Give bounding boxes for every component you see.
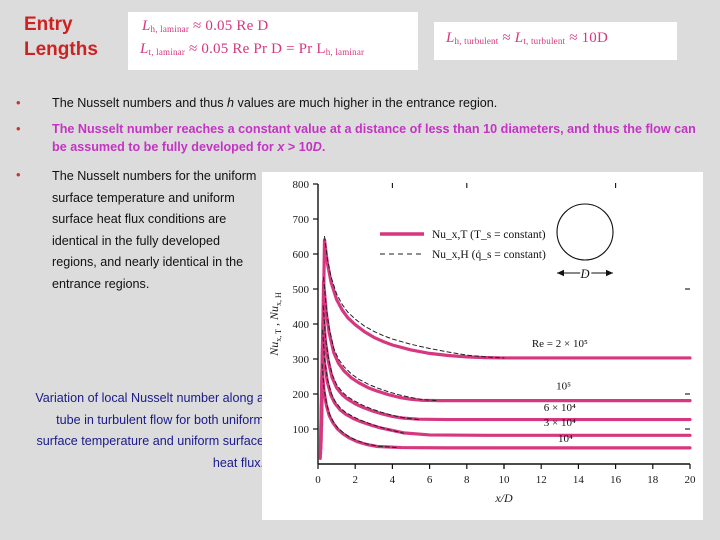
formula-lhs-subscript: h, laminar (150, 24, 190, 34)
chart-series-group (318, 236, 692, 460)
x-tick-label: 18 (647, 474, 659, 486)
y-axis-title: Nux, T , Nux, H (267, 292, 283, 357)
bullet-2-text: The Nusselt number reaches a constant va… (28, 120, 704, 156)
bullet-item-1: • The Nusselt numbers and thus h values … (14, 94, 704, 112)
tube-circle-icon (556, 203, 614, 261)
series-entrance-tail (318, 366, 324, 460)
chart-legend: Nu_x,T (T_s = constant) Nu_x,H (q̇_s = co… (380, 229, 546, 261)
bullet-3-text: The Nusselt numbers for the uniform surf… (52, 169, 257, 291)
formula-lhs-symbol: L (142, 18, 151, 34)
slide-title-line1: Entry (24, 14, 73, 35)
diameter-label: D (579, 267, 589, 281)
series-annotation: Re = 2 × 10⁵ (532, 338, 588, 350)
formula-box-laminar: Lh, laminar ≈ 0.05 Re D Lt, laminar ≈ 0.… (128, 12, 418, 70)
series-line (321, 308, 692, 422)
bullet-item-3: • The Nusselt numbers for the uniform su… (14, 166, 264, 296)
y-tick-label: 200 (293, 389, 310, 401)
legend-label-0: Nu_x,T (T_s = constant) (432, 229, 546, 241)
x-tick-label: 14 (573, 474, 585, 486)
x-tick-label: 20 (685, 474, 697, 486)
bullet-marker-icon: • (16, 167, 21, 182)
series-annotation: 10⁵ (556, 380, 571, 392)
x-tick-label: 8 (464, 474, 470, 486)
formula-rhs: 0.05 Re Pr D = Pr L (201, 41, 326, 57)
b1-p2: values are much higher in the entrance r… (234, 96, 498, 110)
chart-annotations: Re = 2 × 10⁵ 10⁵ 6 × 10⁴ 3 × 10⁴ 10⁴ (532, 338, 588, 445)
b2-p3: D (312, 140, 322, 154)
formula-rhs: 0.05 Re D (205, 18, 269, 34)
bullet-marker-icon: • (16, 121, 21, 136)
slide-title-line2: Lengths (24, 39, 98, 60)
x-tick-label: 16 (610, 474, 622, 486)
approx-sign: ≈ (193, 18, 202, 34)
y-tick-label: 500 (293, 284, 310, 296)
formula-lhs-subscript: t, laminar (148, 47, 186, 57)
series-annotation: 3 × 10⁴ (544, 417, 576, 429)
tube-diameter-icon: D (556, 203, 614, 283)
x-tick-label: 4 (390, 474, 396, 486)
formula-laminar-hydrodynamic: Lh, laminar ≈ 0.05 Re D (142, 18, 268, 35)
diameter-arrow-right-icon (606, 269, 613, 277)
formula-turbulent: Lh, turbulent ≈ Lt, turbulent ≈ 10D (446, 30, 608, 47)
diameter-arrow-left-icon (557, 269, 564, 277)
x-tick-label: 0 (315, 474, 321, 486)
bullet-marker-icon: • (16, 95, 21, 110)
y-tick-label: 700 (293, 214, 310, 226)
x-tick-label: 10 (499, 474, 511, 486)
approx-sign-2: ≈ (569, 30, 578, 46)
bullet-1-text: The Nusselt numbers and thus h values ar… (28, 94, 497, 112)
formula-box-turbulent: Lh, turbulent ≈ Lt, turbulent ≈ 10D (434, 22, 677, 60)
series-annotation: 10⁴ (558, 433, 573, 445)
b1-p1: h (227, 96, 235, 110)
x-tick-label: 6 (427, 474, 433, 486)
b2-p0: The Nusselt number reaches a constant va… (52, 122, 696, 154)
y-tick-label: 300 (293, 354, 310, 366)
figure-caption: Variation of local Nusselt number along … (35, 391, 264, 470)
x-tick-label: 12 (536, 474, 547, 486)
y-tick-label: 600 (293, 249, 310, 261)
approx-sign: ≈ (189, 41, 198, 57)
approx-sign-1: ≈ (502, 30, 511, 46)
formula-laminar-thermal: Lt, laminar ≈ 0.05 Re Pr D = Pr Lh, lami… (140, 41, 364, 58)
y-tick-label: 800 (293, 179, 310, 191)
b1-p0: The Nusselt numbers and thus (52, 96, 228, 110)
slide-title: Entry Lengths (24, 12, 129, 62)
formula-lhs-symbol: L (140, 41, 149, 57)
x-tick-label: 2 (352, 474, 358, 486)
series-line (321, 280, 692, 403)
legend-label-1: Nu_x,H (q̇_s = constant) (432, 249, 546, 261)
nusselt-chart-svg: 100 200 300 400 500 600 700 800 0 2 4 6 8 10 12 14 16 18 2… (267, 179, 697, 505)
formula-rhs-subscript: h, laminar (325, 47, 365, 57)
series-annotation: 6 × 10⁴ (544, 402, 576, 414)
y-tick-label: 400 (293, 319, 310, 331)
formula-lhs-symbol: L (446, 30, 455, 46)
b2-p4: . (321, 140, 326, 154)
nusselt-chart-panel: 100 200 300 400 500 600 700 800 0 2 4 6 8 10 12 14 16 18 2… (262, 172, 703, 520)
formula-lhs-subscript: h, turbulent (454, 36, 499, 46)
x-axis-title: x/D (494, 491, 513, 505)
formula-mid-subscript: t, turbulent (523, 36, 566, 46)
bullet-item-2: • The Nusselt number reaches a constant … (14, 120, 704, 156)
b2-p2: > 10 (284, 140, 313, 154)
formula-rhs: 10D (581, 30, 609, 46)
y-tick-label: 100 (293, 424, 310, 436)
